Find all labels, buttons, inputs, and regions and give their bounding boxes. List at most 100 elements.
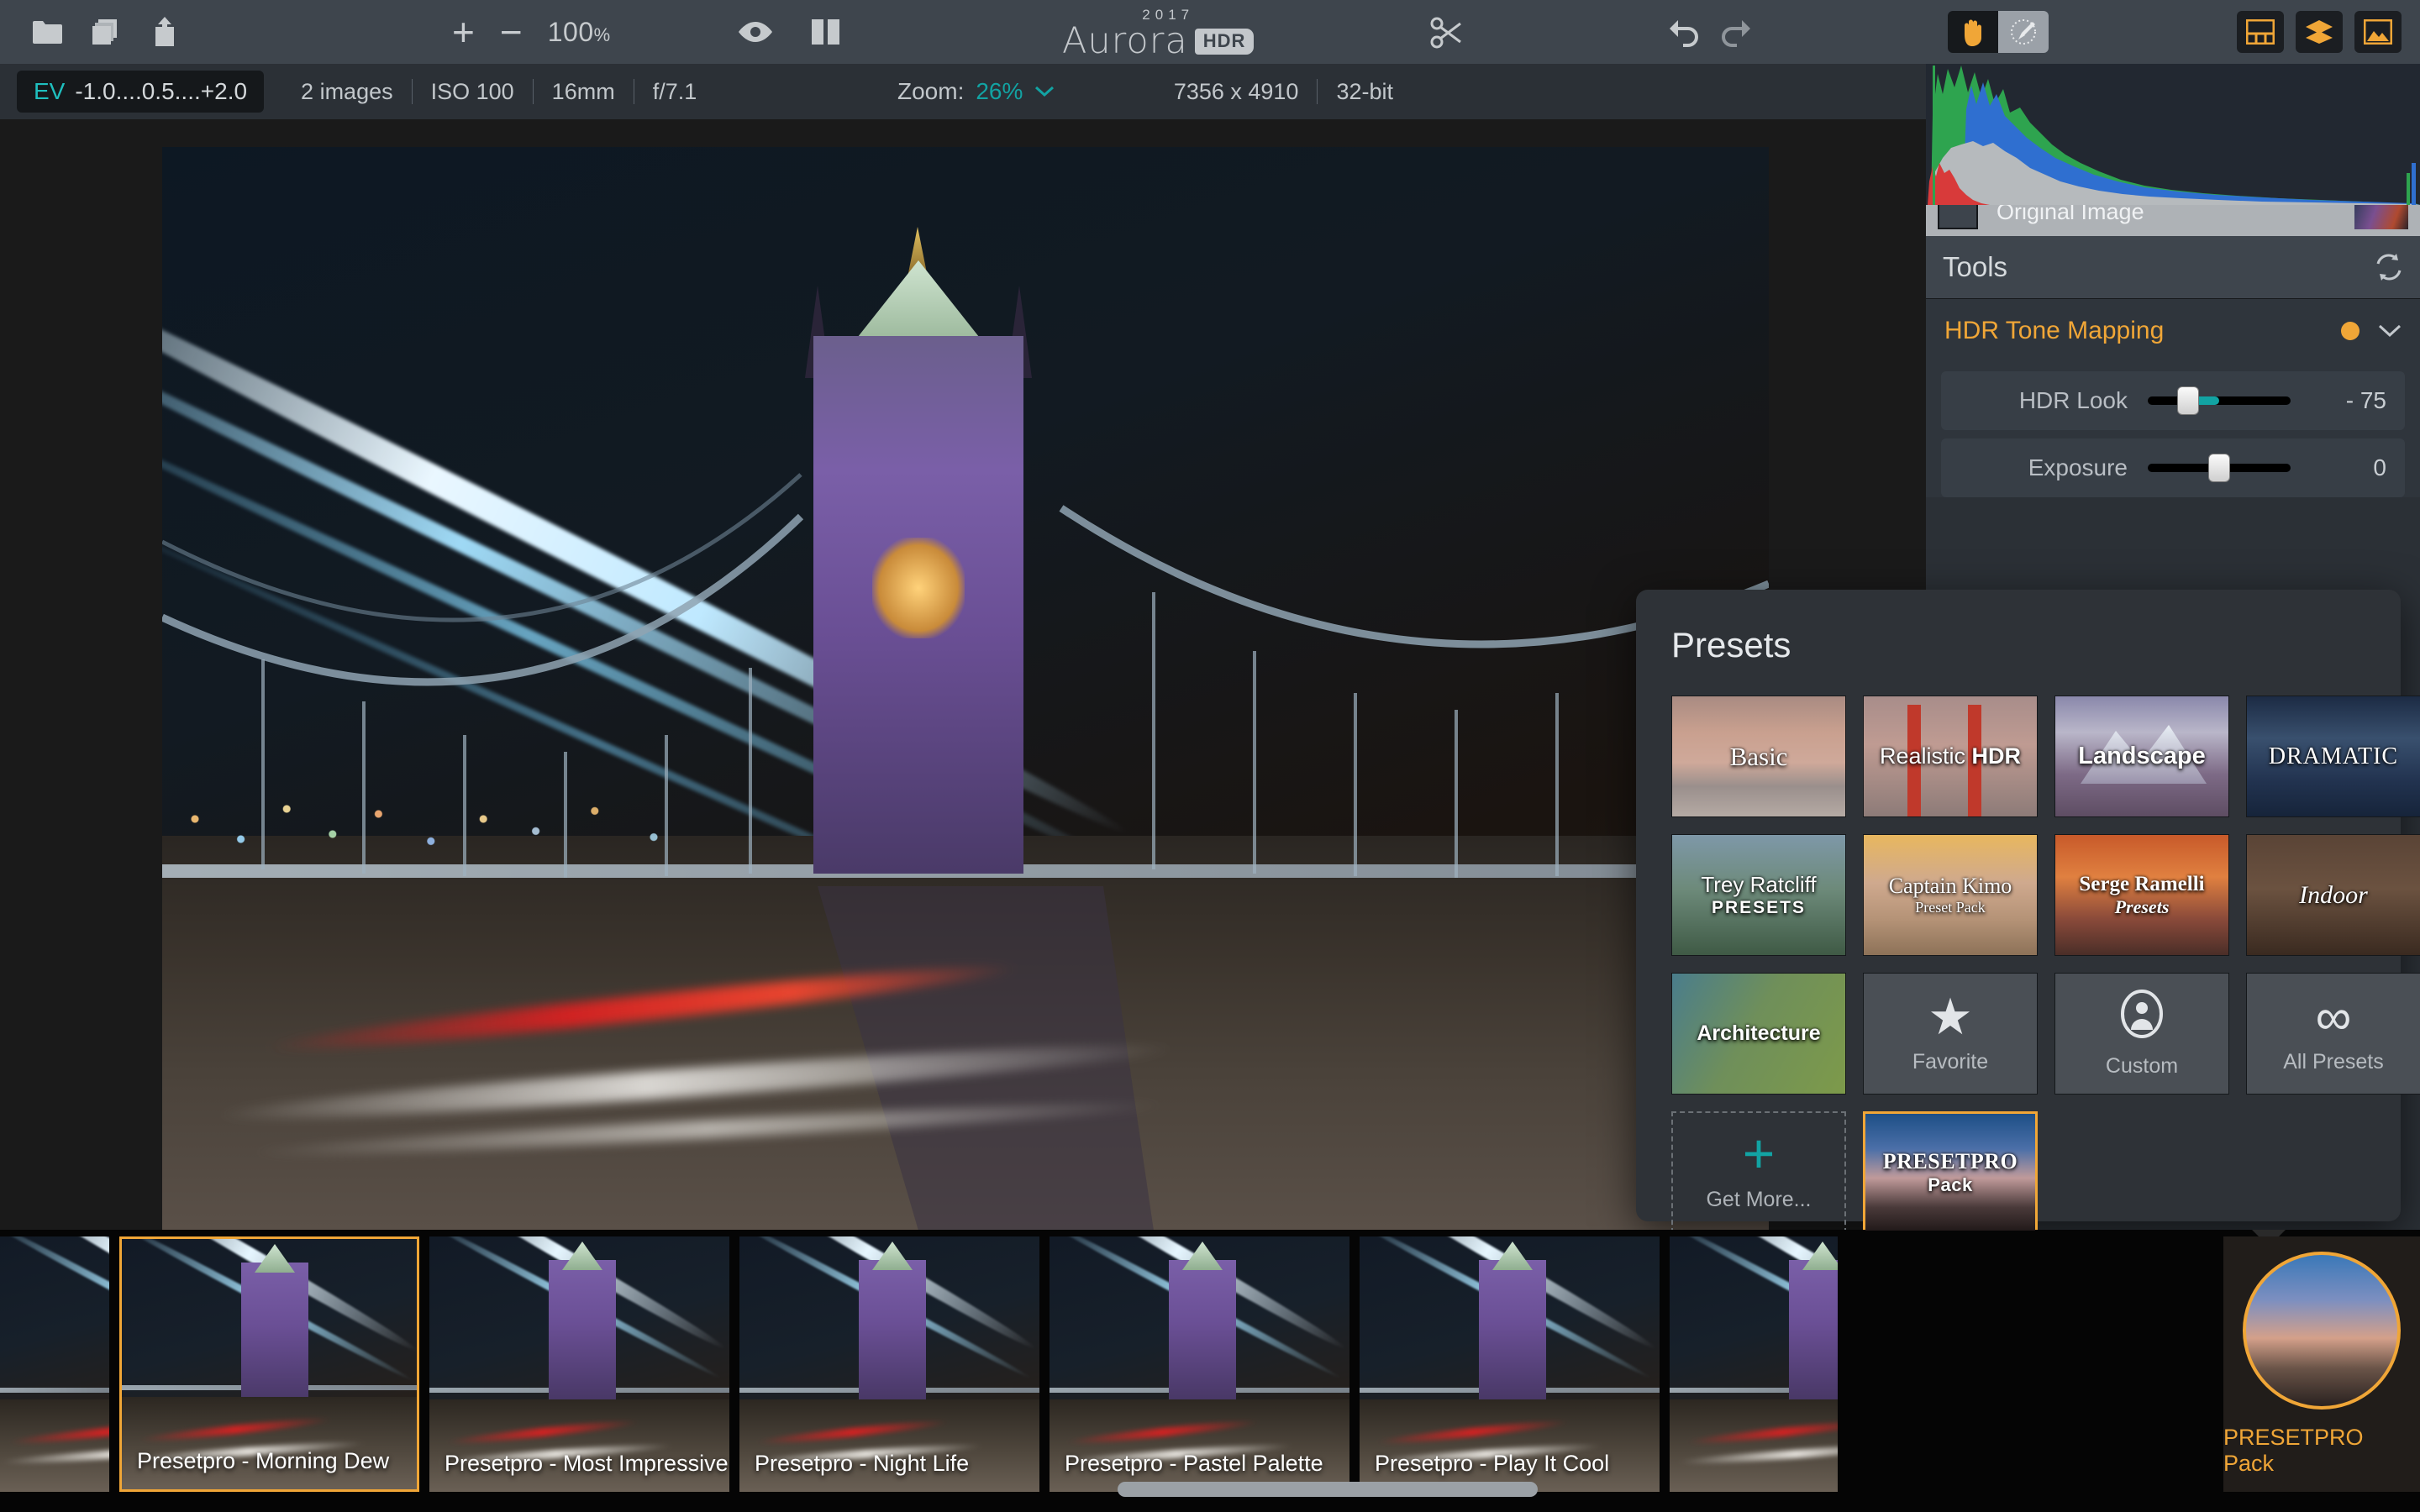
slider-knob[interactable] (2176, 386, 2199, 415)
brush-icon[interactable] (1998, 11, 2049, 53)
zoom-value: 26% (976, 78, 1023, 104)
star-icon: ★ (1928, 989, 1973, 1045)
pack-label: PRESETPRO Pack (2223, 1425, 2364, 1476)
slider-track[interactable] (2148, 454, 2291, 482)
tool-section-header[interactable]: HDR Tone Mapping (1926, 299, 2420, 363)
focal-length: 16mm (551, 78, 615, 104)
histogram (1926, 64, 2420, 205)
presets-popover: Presets Basic Realistic HDR Landscape DR… (1636, 590, 2420, 1233)
preset-tile-landscape[interactable]: Landscape (2054, 696, 2229, 817)
tool-enabled-indicator[interactable] (2341, 322, 2360, 340)
panel-toggle-group (2237, 11, 2402, 53)
aurora-hdr-window: + − 100% 2017 Aurora HDR EV -1.0....0.5.… (0, 0, 2420, 1512)
preset-tile-presetpro-pack[interactable]: PRESETPRO Pack (1863, 1111, 2038, 1233)
tool-section-title: HDR Tone Mapping (1944, 317, 2165, 344)
presetpro-pack-button[interactable]: PRESETPRO Pack (2223, 1236, 2420, 1492)
eye-preview-icon[interactable] (737, 13, 774, 50)
list-item[interactable]: Presetpro - Play It Cool (1360, 1236, 1660, 1492)
preset-thumb-label: Presetpro - Play It Cool (1375, 1451, 1610, 1476)
slider-knob[interactable] (2208, 454, 2230, 482)
list-item[interactable]: Presetpro - Night Life (739, 1236, 1039, 1492)
layers-stack-icon[interactable] (2296, 11, 2343, 53)
preset-label-group: PRESETPRO Pack (1883, 1149, 2018, 1196)
crop-scissors-icon[interactable] (1428, 15, 1464, 55)
preset-tile-basic[interactable]: Basic (1671, 696, 1846, 817)
ev-bracket-chip[interactable]: EV -1.0....0.5....+2.0 (17, 71, 265, 113)
preset-sublabel: Presets (2114, 895, 2170, 917)
filmstrip-track: Presetpro - Morning Dew Presetpro - Most… (0, 1236, 1838, 1492)
tools-header: Tools (1926, 236, 2420, 299)
preset-label: Serge Ramelli (2079, 872, 2205, 895)
bridge-tower (780, 227, 1057, 874)
zoom-in-button[interactable]: + (452, 13, 475, 51)
reset-refresh-icon[interactable] (2375, 254, 2403, 281)
iso-value: ISO 100 (430, 78, 514, 104)
preset-tile-get-more[interactable]: + Get More... (1671, 1111, 1846, 1233)
plus-icon: + (1742, 1122, 1776, 1184)
preset-tile-architecture[interactable]: Architecture (1671, 973, 1846, 1095)
preset-label: Favorite (1912, 1050, 1989, 1074)
preset-tile-realistic-hdr[interactable]: Realistic HDR (1863, 696, 2038, 817)
presets-grid: Basic Realistic HDR Landscape DRAMATIC T… (1671, 696, 2420, 1233)
chevron-down-icon[interactable] (2378, 324, 2402, 338)
undo-icon[interactable] (1668, 17, 1702, 51)
zoom-dropdown[interactable]: Zoom: 26% (897, 64, 1055, 119)
infinity-icon: ∞ (2315, 989, 2352, 1045)
preset-tile-all-presets[interactable]: ∞ All Presets (2246, 973, 2420, 1095)
preset-thumb-label: Presetpro - Morning Dew (137, 1448, 390, 1473)
slider-hdr-look[interactable]: HDR Look - 75 (1941, 371, 2405, 430)
tool-mode-group (1948, 11, 2049, 53)
zoom-out-button[interactable]: − (500, 13, 523, 51)
preset-tile-serge-ramelli[interactable]: Serge Ramelli Presets (2054, 834, 2229, 956)
preset-sublabel: PRESETS (1711, 898, 1807, 917)
stack-icon[interactable] (87, 13, 124, 50)
preset-label: Basic (1729, 741, 1788, 771)
share-upload-icon[interactable] (146, 13, 183, 50)
zoom-label: Zoom: (897, 78, 965, 104)
preset-tile-captain-kimo[interactable]: Captain Kimo Preset Pack (1863, 834, 2038, 956)
slider-exposure[interactable]: Exposure 0 (1941, 438, 2405, 497)
logo-name: Aurora (1062, 20, 1188, 62)
tool-section-hdr-tone-mapping: HDR Tone Mapping HDR Look - 75 Exposure … (1926, 299, 2420, 497)
list-item[interactable]: Presetpro - Morning Dew (119, 1236, 419, 1492)
list-item[interactable] (1670, 1236, 1838, 1492)
edited-photo[interactable] (162, 147, 1769, 1231)
preset-label: Indoor (2299, 880, 2368, 909)
image-icon[interactable] (2354, 11, 2402, 53)
redo-icon[interactable] (1718, 17, 1752, 51)
slider-track[interactable] (2148, 386, 2291, 415)
preset-tile-trey-ratcliff[interactable]: Trey Ratcliff PRESETS (1671, 834, 1846, 956)
preset-thumb-label: Presetpro - Pastel Palette (1065, 1451, 1323, 1476)
preset-filmstrip: Presetpro - Morning Dew Presetpro - Most… (0, 1230, 2420, 1512)
preset-label: Captain Kimo (1888, 874, 2012, 898)
top-toolbar: + − 100% 2017 Aurora HDR (0, 0, 2420, 64)
preset-label: All Presets (2283, 1050, 2384, 1074)
exif-meta: 2 images ISO 100 16mm f/7.1 (282, 79, 715, 105)
layout-panel-icon[interactable] (2237, 11, 2284, 53)
bit-depth: 32-bit (1336, 78, 1393, 104)
preset-label: Get More... (1706, 1188, 1812, 1211)
zoom-controls: + − 100% (452, 13, 611, 51)
preset-tile-custom[interactable]: Custom (2054, 973, 2229, 1095)
preset-label-group: Trey Ratcliff PRESETS (1701, 872, 1816, 918)
preset-tile-indoor[interactable]: Indoor (2246, 834, 2420, 956)
preset-tile-dramatic[interactable]: DRAMATIC (2246, 696, 2420, 817)
split-compare-icon[interactable] (808, 13, 844, 50)
hand-icon[interactable] (1948, 11, 1998, 53)
preset-tile-favorite[interactable]: ★ Favorite (1863, 973, 2038, 1095)
list-item[interactable]: Presetpro - Pastel Palette (1050, 1236, 1349, 1492)
preset-label: PRESETPRO (1882, 1148, 2018, 1173)
image-count: 2 images (301, 78, 393, 104)
preset-label-group: Captain Kimo Preset Pack (1889, 874, 2012, 916)
slider-value: - 75 (2345, 387, 2386, 413)
preset-label: Realistic HDR (1879, 743, 2022, 769)
list-item[interactable]: Presetpro - Most Impressive (429, 1236, 729, 1492)
list-item[interactable] (0, 1236, 109, 1492)
filmstrip-scrollbar[interactable] (1118, 1482, 1538, 1497)
aperture-value: f/7.1 (652, 78, 697, 104)
ev-label: EV (34, 78, 66, 104)
preset-label: Trey Ratcliff (1701, 872, 1817, 897)
folder-icon[interactable] (29, 13, 66, 50)
preset-label: Custom (2105, 1053, 2179, 1078)
preset-label-group: Serge Ramelli Presets (2079, 873, 2204, 918)
